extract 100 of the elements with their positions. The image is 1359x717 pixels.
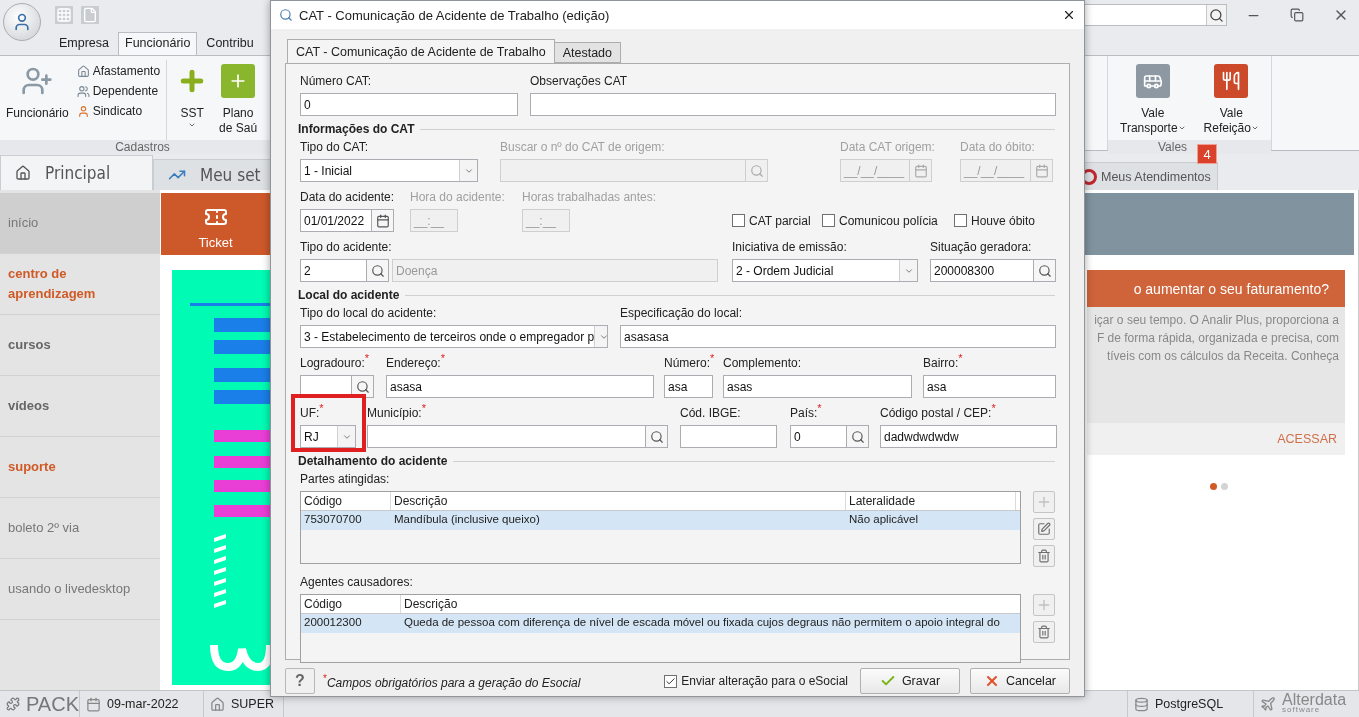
ribbon-tab[interactable]: Funcionário [118,32,198,55]
tab[interactable]: Atestado [553,42,622,63]
field-label: Buscar o nº do CAT de origem: [500,140,665,155]
field-label: Hora do acidente: [410,190,505,205]
trash-icon [1037,549,1051,563]
checkbox[interactable] [954,214,967,227]
carousel-dot[interactable] [1209,483,1217,490]
calendar-icon [375,213,390,228]
promo-text: F de forma rápida, organizada e precisa, com [1096,330,1339,346]
table-cell-text: 753070700 [303,512,363,527]
ribbon-button[interactable]: Dependente [76,84,161,98]
section-title: Local do acidente [298,288,400,302]
restore-icon[interactable] [1290,8,1304,22]
search-button[interactable] [1206,5,1226,25]
employee-button[interactable]: Funcionário [4,60,71,140]
add-person-icon [21,65,54,97]
dropdown-field[interactable]: 2 - Ordem Judicial [732,259,918,282]
people-icon [76,84,90,98]
ribbon-tab[interactable]: Empresa [52,32,117,55]
column-header: Código [301,492,391,510]
health-plan-button[interactable]: Plano de Saú [217,60,260,140]
text-field[interactable]: asas [723,375,912,398]
house-icon [210,696,225,712]
checkbox-label: Enviar alteração para o eSocial [681,674,848,688]
table-cell-text: 200012300 [303,615,363,630]
code-field[interactable]: 2 [300,259,367,282]
save-button[interactable]: Gravar [860,668,960,694]
text-field[interactable]: asasa [386,375,654,398]
section-title: Informações do CAT [298,122,415,136]
carousel-dot[interactable] [1220,483,1228,490]
ribbon-tab[interactable]: Contribu [199,32,261,55]
promo-title: o aumentar o seu faturamento? [1087,270,1345,307]
person-icon [12,12,32,32]
home-icon [15,165,31,181]
edit-icon [1037,522,1051,536]
promo-text: tíveis com os cálculos da Receita. Conheça [1106,348,1339,364]
delete-button[interactable] [1033,545,1055,567]
date-field[interactable]: 01/01/2022 [300,209,372,232]
field-label: Situação geradora: [930,240,1032,255]
checkbox-label: CAT parcial [749,213,811,228]
field-label: Tipo do CAT: [300,140,369,155]
edit-button[interactable] [1033,518,1055,540]
tab[interactable]: CAT - Comunicação de Acidente de Trabalho [287,39,555,63]
text-field[interactable] [530,93,1056,116]
x-icon [984,673,1000,689]
lookup-field[interactable]: 200008300 [930,259,1034,282]
field-label: Tipo do local do acidente: [300,306,437,321]
voucher-button[interactable]: Vale Transporte [1118,60,1188,140]
help-button[interactable]: ? [285,668,315,694]
pack-label[interactable]: PACK [26,692,79,716]
caret-icon [1251,124,1259,132]
page-tab[interactable]: Principal [0,155,153,190]
table-label: Agentes causadores: [300,575,413,590]
dropdown-field[interactable]: RJ [300,425,356,448]
search-button[interactable] [1034,259,1056,282]
puzzle-icon [6,696,20,712]
text-field[interactable]: asasasa [620,325,1056,348]
calendar-icon [1034,163,1049,178]
search-button[interactable] [847,425,869,448]
ticket-tile[interactable]: Ticket [161,193,270,255]
calendar-button[interactable] [372,209,394,232]
text-field[interactable]: asa [923,375,1056,398]
field-label: Horas trabalhadas antes: [522,190,657,205]
database-name: PostgreSQL [1155,697,1224,711]
search-icon [649,429,664,444]
cancel-button[interactable]: Cancelar [970,668,1070,694]
promo-text: içar o seu tempo. O Analir Plus, proporciona a [1094,312,1339,328]
text-field[interactable] [680,425,777,448]
plus-icon [1036,597,1052,613]
field-label: Observações CAT [530,74,628,89]
plus-icon [1036,494,1052,510]
table-label: Partes atingidas: [300,472,390,487]
close-icon[interactable] [1062,8,1076,22]
checkbox[interactable] [822,214,835,227]
lookup-field[interactable] [367,425,646,448]
ribbon-button[interactable]: Afastamento [76,64,161,78]
table-cell-text: Não aplicável [848,512,920,527]
checkbox[interactable] [664,674,678,688]
voucher-button[interactable]: Vale Refeição [1201,60,1261,140]
table-row[interactable]: 753070700 Mandíbula (inclusive queixo) Não aplicável [301,511,1020,530]
user-name: SUPER [231,697,275,711]
field-label: Iniciativa de emissão: [732,240,847,255]
delete-button[interactable] [1033,621,1055,643]
lookup-field[interactable]: 0 [790,425,847,448]
dropdown-field[interactable]: 3 - Estabelecimento de terceiros onde o empregador p [300,325,608,348]
text-field[interactable]: asa [664,375,713,398]
check-icon [665,675,677,687]
text-field[interactable]: 0 [300,93,518,116]
search-button[interactable] [646,425,668,448]
checkbox[interactable] [732,214,745,227]
person-icon [76,104,90,118]
dropdown-field[interactable]: 1 - Inicial [300,159,478,182]
text-field[interactable]: dadwdwdwdw [880,425,1057,448]
ribbon-button[interactable]: Sindicato [76,104,161,118]
calendar-icon [913,163,928,178]
date-text: 09-mar-2022 [107,697,179,711]
database-icon [1134,696,1149,712]
table-row[interactable]: 200012300 Queda de pessoa com diferença de nível de escada móvel ou fixada cujos degraus não permitem o apoio integral do [301,614,1020,633]
field-label: Data do óbito: [960,140,1035,155]
search-button[interactable] [367,259,389,282]
